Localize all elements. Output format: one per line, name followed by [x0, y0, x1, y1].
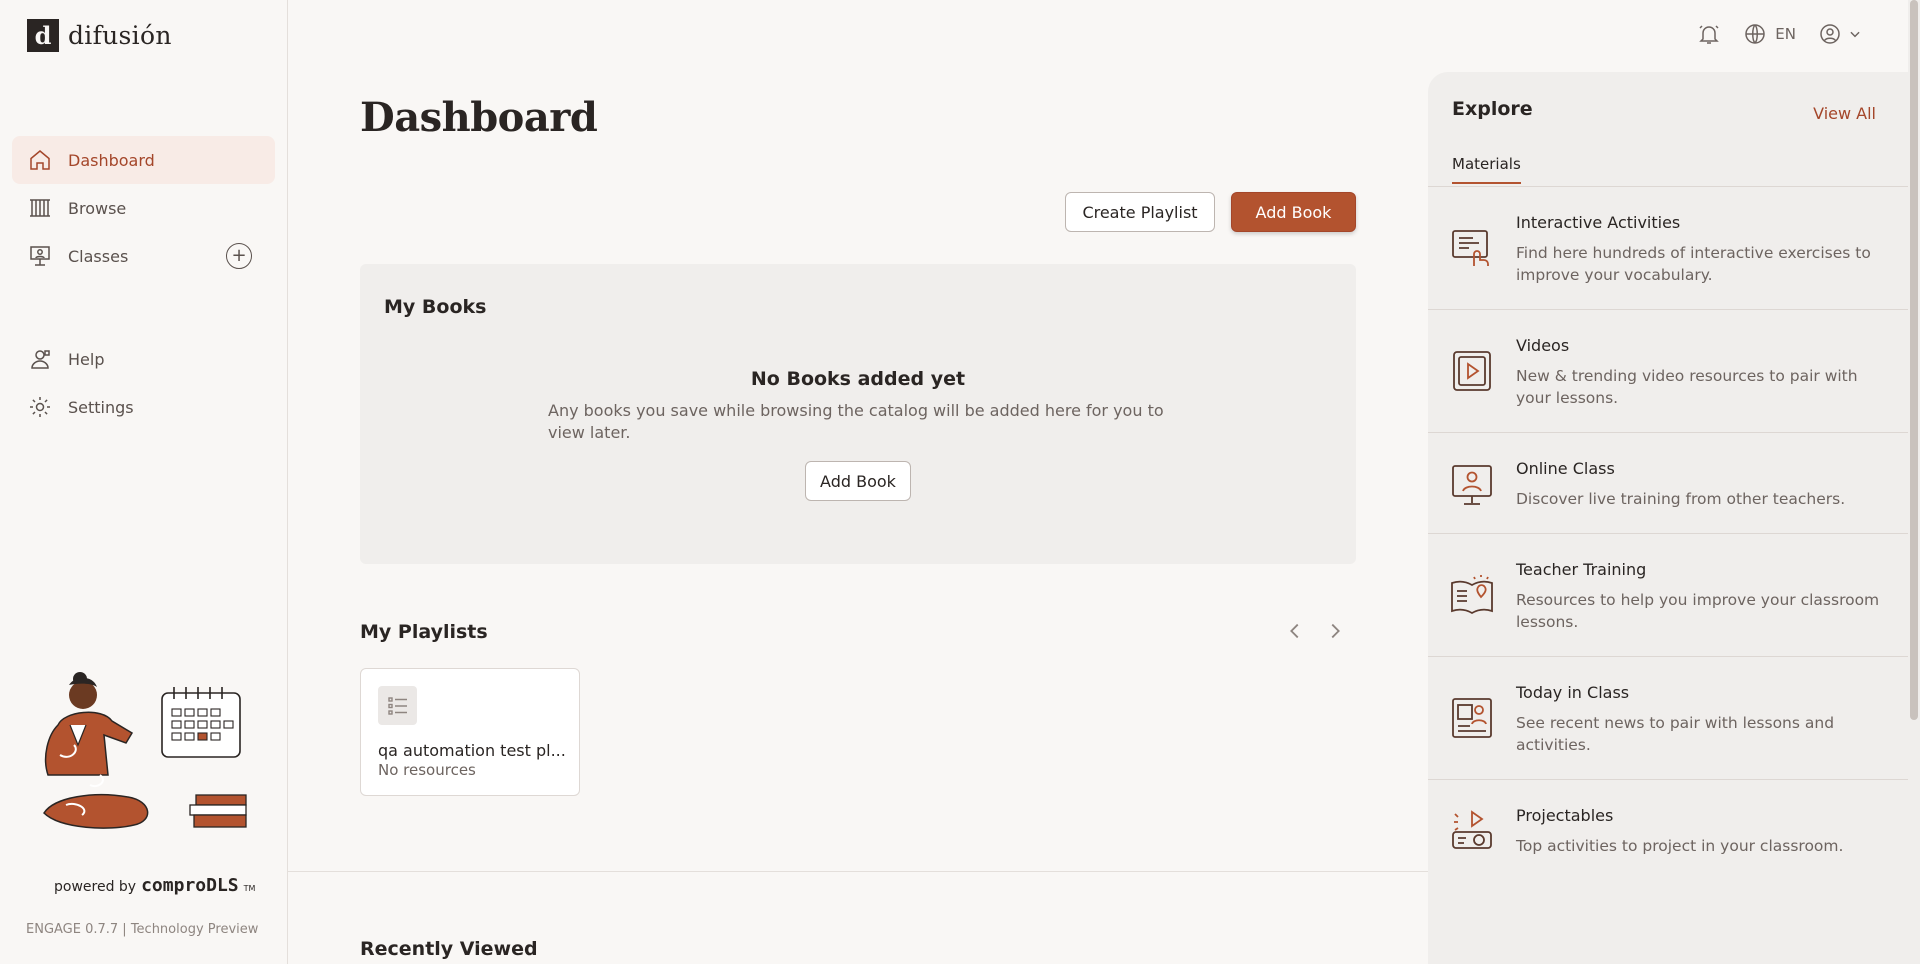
recently-viewed-title: Recently Viewed: [360, 938, 538, 960]
view-all-link[interactable]: View All: [1813, 104, 1876, 123]
list-icon: [378, 686, 417, 725]
home-icon: [30, 150, 50, 170]
news-icon: [1452, 698, 1492, 738]
scrollbar-thumb[interactable]: [1910, 0, 1918, 720]
interactive-activities-icon: [1452, 230, 1489, 266]
empty-state-title: No Books added yet: [750, 368, 966, 390]
explore-item-desc: Discover live training from other teache…: [1516, 490, 1846, 508]
my-playlists-title: My Playlists: [360, 621, 488, 643]
brand-name: difusión: [68, 21, 172, 50]
my-books-title: My Books: [384, 296, 487, 318]
sidebar-item-label: Dashboard: [68, 150, 155, 170]
classroom-icon: [30, 246, 50, 266]
sidebar-item-settings[interactable]: Settings: [12, 383, 275, 431]
sidebar: d difusión Dashboard Browse Classes + He…: [0, 0, 288, 964]
powered-by-text: powered by: [54, 879, 137, 895]
explore-item-desc: See recent news to pair with lessons and…: [1516, 714, 1835, 754]
powered-by: powered by comproDLS TM: [54, 875, 255, 896]
section-divider: [288, 871, 1428, 872]
sidebar-item-label: Help: [68, 349, 105, 369]
page-scrollbar[interactable]: [1908, 0, 1920, 964]
explore-item-desc: Top activities to project in your classr…: [1516, 837, 1844, 855]
explore-panel: Explore View All Materials Interactive A…: [1428, 72, 1908, 964]
compro-dls-logo: comproDLS: [141, 875, 239, 896]
help-icon: [31, 350, 50, 369]
chevron-left-icon[interactable]: [1284, 620, 1306, 642]
teacher-illustration: [43, 672, 247, 829]
explore-item-title: Interactive Activities: [1516, 213, 1681, 232]
explore-item-title: Videos: [1516, 336, 1570, 355]
explore-item-desc: Find here hundreds of interactive exerci…: [1516, 244, 1871, 284]
globe-icon: [1745, 24, 1766, 44]
chevron-right-icon[interactable]: [1324, 620, 1346, 642]
tab-materials[interactable]: Materials: [1452, 155, 1521, 184]
empty-state-text: Any books you save while browsing the ca…: [548, 401, 1164, 442]
online-class-icon: [1452, 465, 1492, 505]
video-icon: [1453, 351, 1491, 391]
user-avatar-icon: [1820, 24, 1840, 44]
version-text: ENGAGE 0.7.7 | Technology Preview: [26, 922, 259, 937]
sidebar-item-label: Browse: [68, 198, 127, 218]
create-playlist-button[interactable]: Create Playlist: [1065, 192, 1215, 232]
teacher-training-icon: [1451, 575, 1493, 615]
sidebar-item-label: Classes: [68, 246, 129, 266]
sidebar-item-label: Settings: [68, 397, 134, 417]
language-code: EN: [1775, 25, 1796, 43]
my-books-card: My Books No Books added yet Any books yo…: [360, 264, 1356, 564]
chevron-down-icon: [1850, 31, 1860, 38]
user-menu[interactable]: [1818, 22, 1862, 46]
logo-mark-icon: d: [27, 19, 59, 52]
explore-item-today-in-class[interactable]: Today in Class See recent news to pair w…: [1428, 657, 1908, 780]
explore-item-online-class[interactable]: Online Class Discover live training from…: [1428, 433, 1908, 534]
explore-title: Explore: [1452, 98, 1533, 120]
explore-item-title: Online Class: [1516, 459, 1615, 478]
explore-item-desc: Resources to help you improve your class…: [1516, 591, 1880, 631]
explore-item-title: Projectables: [1516, 806, 1614, 825]
playlist-resource-count: No resources: [378, 761, 476, 779]
sidebar-item-dashboard[interactable]: Dashboard: [12, 136, 275, 184]
gear-icon: [30, 397, 50, 417]
notification-bell-icon[interactable]: [1697, 22, 1721, 46]
empty-add-book-button[interactable]: Add Book: [805, 461, 911, 501]
explore-item-teacher-training[interactable]: Teacher Training Resources to help you i…: [1428, 534, 1908, 657]
brand-logo[interactable]: d difusión: [27, 19, 172, 52]
language-selector[interactable]: EN: [1743, 22, 1796, 46]
explore-item-interactive-activities[interactable]: Interactive Activities Find here hundred…: [1428, 187, 1908, 310]
page-title: Dashboard: [360, 94, 598, 141]
explore-item-title: Today in Class: [1516, 683, 1630, 702]
explore-item-title: Teacher Training: [1516, 560, 1647, 579]
playlist-name: qa automation test pl...: [378, 741, 566, 760]
add-book-button[interactable]: Add Book: [1231, 192, 1356, 232]
explore-item-desc: New & trending video resources to pair w…: [1516, 367, 1858, 407]
sidebar-item-help[interactable]: Help: [12, 335, 275, 383]
books-icon: [30, 199, 50, 217]
top-bar: EN: [1697, 22, 1862, 46]
add-class-button[interactable]: +: [226, 243, 252, 269]
trademark-mark: TM: [243, 884, 256, 893]
explore-item-videos[interactable]: Videos New & trending video resources to…: [1428, 310, 1908, 433]
projector-icon: [1452, 810, 1492, 849]
explore-item-projectables[interactable]: Projectables Top activities to project i…: [1428, 780, 1908, 881]
playlist-card[interactable]: qa automation test pl... No resources: [360, 668, 580, 796]
sidebar-item-browse[interactable]: Browse: [12, 184, 275, 232]
